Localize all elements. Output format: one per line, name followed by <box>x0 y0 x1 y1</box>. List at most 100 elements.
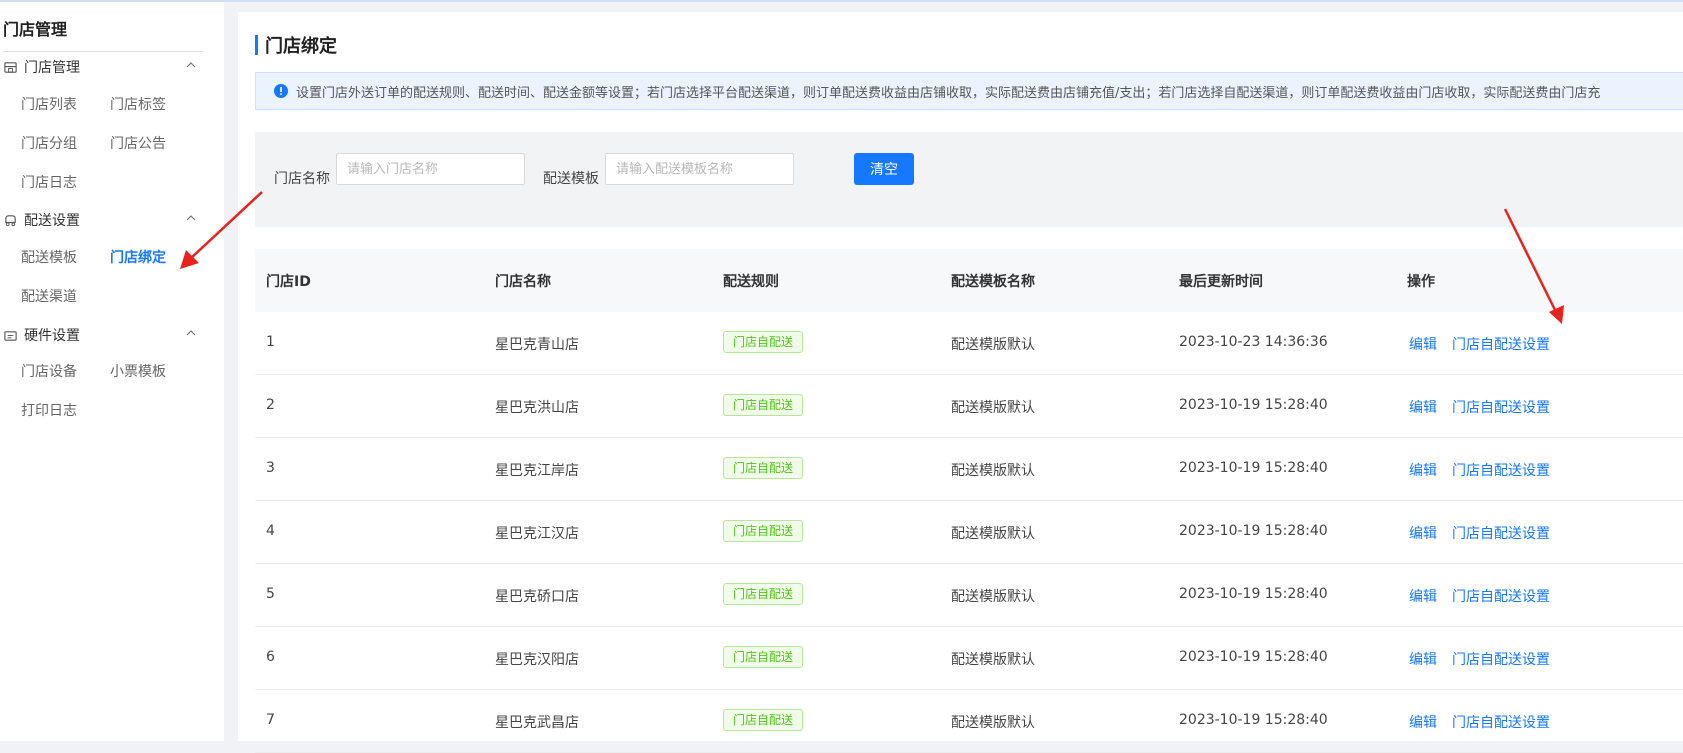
sidebar-group-label: 门店管理 <box>24 60 80 76</box>
store-id: 7 <box>266 712 275 728</box>
notice-text: 设置门店外送订单的配送规则、配送时间、配送金额等设置；若门店选择平台配送渠道，则… <box>296 85 1601 101</box>
table-header: 门店ID 门店名称 配送规则 配送模板名称 最后更新时间 操作 <box>255 249 1683 312</box>
delivery-rule-badge: 门店自配送 <box>723 646 804 668</box>
delivery-rule-badge: 门店自配送 <box>723 709 804 731</box>
store-id: 4 <box>266 523 275 539</box>
info-notice: 设置门店外送订单的配送规则、配送时间、配送金额等设置；若门店选择平台配送渠道，则… <box>255 72 1683 110</box>
sidebar: 门店管理 门店管理 门店列表 门店标签 门店分组 门店公告 门店日志 配送设置 … <box>0 2 224 741</box>
store-name: 星巴克洪山店 <box>495 400 579 416</box>
template-name: 配送模版默认 <box>951 400 1035 416</box>
sidebar-item-store-list[interactable]: 门店列表 <box>21 94 77 114</box>
sidebar-item-store-groups[interactable]: 门店分组 <box>21 133 77 153</box>
sidebar-item-receipt-template[interactable]: 小票模板 <box>110 361 166 381</box>
store-name: 星巴克青山店 <box>495 337 579 353</box>
delivery-icon <box>5 214 16 226</box>
sidebar-title: 门店管理 <box>3 20 68 39</box>
edit-link[interactable]: 编辑 <box>1409 460 1437 480</box>
delivery-rule-badge: 门店自配送 <box>723 520 804 542</box>
table-row: 2 星巴克洪山店 门店自配送 配送模版默认 2023-10-19 15:28:4… <box>255 375 1683 438</box>
delivery-rule-badge: 门店自配送 <box>723 331 804 353</box>
sidebar-group-label: 配送设置 <box>24 213 80 229</box>
store-name: 星巴克江岸店 <box>495 463 579 479</box>
template-name: 配送模版默认 <box>951 715 1035 731</box>
sidebar-item-delivery-channel[interactable]: 配送渠道 <box>21 286 77 306</box>
updated-time: 2023-10-19 15:28:40 <box>1179 712 1328 728</box>
edit-link[interactable]: 编辑 <box>1409 649 1437 669</box>
column-header: 门店ID <box>266 274 311 290</box>
self-delivery-settings-link[interactable]: 门店自配送设置 <box>1452 397 1550 417</box>
store-id: 5 <box>266 586 275 602</box>
self-delivery-settings-link[interactable]: 门店自配送设置 <box>1452 649 1550 669</box>
hardware-icon <box>4 330 17 341</box>
sidebar-item-store-log[interactable]: 门店日志 <box>21 172 77 192</box>
template-name: 配送模版默认 <box>951 526 1035 542</box>
template-label: 配送模板 <box>543 171 599 187</box>
edit-link[interactable]: 编辑 <box>1409 334 1437 354</box>
edit-link[interactable]: 编辑 <box>1409 586 1437 606</box>
clear-button[interactable]: 清空 <box>854 153 914 185</box>
store-name-label: 门店名称 <box>274 171 330 187</box>
store-binding-table: 门店ID 门店名称 配送规则 配送模板名称 最后更新时间 操作 1 星巴克青山店… <box>255 249 1683 753</box>
store-name: 星巴克武昌店 <box>495 715 579 731</box>
updated-time: 2023-10-19 15:28:40 <box>1179 649 1328 665</box>
page-title: 门店绑定 <box>255 32 337 58</box>
table-row: 6 星巴克汉阳店 门店自配送 配送模版默认 2023-10-19 15:28:4… <box>255 627 1683 690</box>
chevron-up-icon[interactable] <box>185 212 197 224</box>
chevron-up-icon[interactable] <box>185 327 197 339</box>
self-delivery-settings-link[interactable]: 门店自配送设置 <box>1452 523 1550 543</box>
self-delivery-settings-link[interactable]: 门店自配送设置 <box>1452 586 1550 606</box>
template-name: 配送模版默认 <box>951 589 1035 605</box>
table-row: 5 星巴克硚口店 门店自配送 配送模版默认 2023-10-19 15:28:4… <box>255 564 1683 627</box>
template-name: 配送模版默认 <box>951 463 1035 479</box>
filter-bar: 门店名称 配送模板 清空 <box>255 132 1683 227</box>
sidebar-group-hardware[interactable]: 硬件设置 <box>3 324 203 346</box>
top-border <box>0 0 1683 2</box>
template-name: 配送模版默认 <box>951 337 1035 353</box>
store-id: 6 <box>266 649 275 665</box>
sidebar-item-store-device[interactable]: 门店设备 <box>21 361 77 381</box>
table-row: 3 星巴克江岸店 门店自配送 配送模版默认 2023-10-19 15:28:4… <box>255 438 1683 501</box>
store-name: 星巴克江汉店 <box>495 526 579 542</box>
edit-link[interactable]: 编辑 <box>1409 523 1437 543</box>
delivery-rule-badge: 门店自配送 <box>723 394 804 416</box>
main-panel: 门店绑定 设置门店外送订单的配送规则、配送时间、配送金额等设置；若门店选择平台配… <box>238 12 1683 753</box>
sidebar-group-store[interactable]: 门店管理 <box>3 56 203 78</box>
template-name: 配送模版默认 <box>951 652 1035 668</box>
edit-link[interactable]: 编辑 <box>1409 712 1437 732</box>
edit-link[interactable]: 编辑 <box>1409 397 1437 417</box>
sidebar-item-delivery-template[interactable]: 配送模板 <box>21 247 77 267</box>
store-id: 3 <box>266 460 275 476</box>
updated-time: 2023-10-19 15:28:40 <box>1179 460 1328 476</box>
updated-time: 2023-10-19 15:28:40 <box>1179 586 1328 602</box>
column-header: 配送规则 <box>723 274 779 290</box>
updated-time: 2023-10-23 14:36:36 <box>1179 334 1328 350</box>
sidebar-item-store-notice[interactable]: 门店公告 <box>110 133 166 153</box>
updated-time: 2023-10-19 15:28:40 <box>1179 397 1328 413</box>
table-row: 7 星巴克武昌店 门店自配送 配送模版默认 2023-10-19 15:28:4… <box>255 690 1683 753</box>
table-row: 4 星巴克江汉店 门店自配送 配送模版默认 2023-10-19 15:28:4… <box>255 501 1683 564</box>
table-row: 1 星巴克青山店 门店自配送 配送模版默认 2023-10-23 14:36:3… <box>255 312 1683 375</box>
store-icon <box>4 61 17 73</box>
column-header: 门店名称 <box>495 274 551 290</box>
template-name-input[interactable] <box>605 153 794 185</box>
delivery-rule-badge: 门店自配送 <box>723 457 804 479</box>
self-delivery-settings-link[interactable]: 门店自配送设置 <box>1452 334 1550 354</box>
sidebar-divider <box>3 51 203 52</box>
sidebar-group-delivery[interactable]: 配送设置 <box>3 209 203 231</box>
column-header: 操作 <box>1407 274 1435 290</box>
delivery-rule-badge: 门店自配送 <box>723 583 804 605</box>
sidebar-item-store-tags[interactable]: 门店标签 <box>110 94 166 114</box>
store-name-input[interactable] <box>336 153 525 185</box>
column-header: 最后更新时间 <box>1179 274 1263 290</box>
self-delivery-settings-link[interactable]: 门店自配送设置 <box>1452 460 1550 480</box>
self-delivery-settings-link[interactable]: 门店自配送设置 <box>1452 712 1550 732</box>
chevron-up-icon[interactable] <box>185 59 197 71</box>
column-header: 配送模板名称 <box>951 274 1035 290</box>
sidebar-item-print-log[interactable]: 打印日志 <box>21 400 77 420</box>
info-icon <box>274 84 288 98</box>
sidebar-group-label: 硬件设置 <box>24 328 80 344</box>
sidebar-item-store-binding[interactable]: 门店绑定 <box>110 247 166 267</box>
store-name: 星巴克汉阳店 <box>495 652 579 668</box>
store-id: 1 <box>266 334 275 350</box>
updated-time: 2023-10-19 15:28:40 <box>1179 523 1328 539</box>
